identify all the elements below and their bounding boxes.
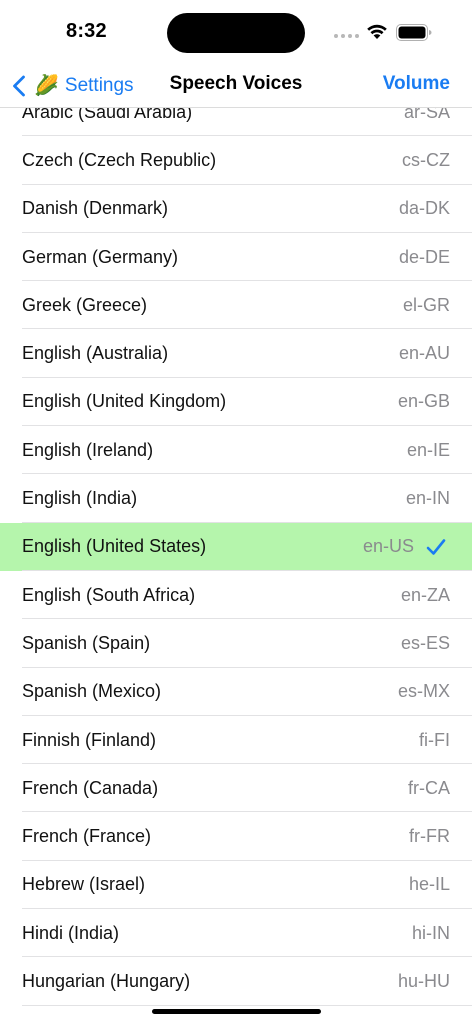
voice-row[interactable]: Czech (Czech Republic) cs-CZ (0, 136, 472, 185)
voice-code: cs-CZ (402, 149, 450, 170)
voice-row[interactable]: Hindi (India) hi-IN (0, 909, 472, 958)
voice-code: es-ES (400, 632, 450, 653)
voice-name: Danish (Denmark) (22, 198, 169, 219)
voice-name: English (South Africa) (22, 584, 196, 605)
voice-code: de-DE (398, 246, 450, 267)
voice-name: Hindi (India) (22, 922, 120, 943)
volume-button[interactable]: Volume (383, 73, 450, 95)
voice-name: Czech (Czech Republic) (22, 149, 217, 170)
voice-row[interactable]: Spanish (Mexico) es-MX (0, 668, 472, 716)
voice-name: English (United States) (22, 536, 207, 557)
voice-code: en-AU (398, 343, 450, 364)
row-divider (22, 1004, 472, 1006)
back-label: Settings (64, 75, 134, 96)
voice-row[interactable]: English (Australia) en-AU (0, 329, 472, 378)
voice-row[interactable]: French (France) fr-FR (0, 812, 472, 861)
voice-code: fi-FI (419, 729, 450, 750)
wifi-icon (367, 24, 387, 39)
voice-row[interactable]: Hebrew (Israel) he-IL (0, 861, 472, 910)
voice-name: English (India) (22, 488, 138, 509)
voice-row[interactable]: Finnish (Finland) fi-FI (0, 716, 472, 765)
voice-code: en-IN (405, 488, 450, 509)
checkmark-icon (426, 539, 446, 555)
voice-name: German (Germany) (22, 246, 179, 267)
voice-row[interactable]: German (Germany) de-DE (0, 233, 472, 282)
back-button[interactable]: 🌽 Settings (12, 70, 134, 102)
voice-row-selected[interactable]: English (United States) en-US (0, 522, 472, 571)
voice-row[interactable]: English (United Kingdom) en-GB (0, 378, 472, 427)
voice-code: hi-IN (411, 922, 450, 943)
voice-row[interactable]: Spanish (Spain) es-ES (0, 619, 472, 668)
voice-code: da-DK (398, 198, 450, 219)
voice-row[interactable]: English (South Africa) en-ZA (0, 571, 472, 620)
voice-row[interactable]: Danish (Denmark) da-DK (0, 185, 472, 233)
corn-icon: 🌽 (34, 75, 59, 97)
home-indicator[interactable] (152, 1009, 321, 1014)
voice-name: English (Australia) (22, 343, 169, 364)
voice-name: French (Canada) (22, 777, 159, 798)
voice-name: English (Ireland) (22, 439, 154, 460)
voice-name: Hebrew (Israel) (22, 874, 146, 895)
chevron-left-icon (13, 75, 25, 97)
voice-row[interactable]: English (India) en-IN (0, 474, 472, 523)
voice-code: el-GR (402, 294, 450, 315)
voice-code: fr-CA (408, 777, 450, 798)
voice-code: fr-FR (409, 826, 450, 847)
voice-code: en-IE (406, 439, 450, 460)
voice-name: French (France) (22, 826, 152, 847)
navigation-bar: 🌽 Settings Speech Voices Volume (0, 64, 472, 108)
voice-code: he-IL (408, 874, 450, 895)
voice-list: Arabic (Saudi Arabia) ar-SA Czech (Czech R… (0, 88, 472, 1006)
voice-row[interactable]: English (Ireland) en-IE (0, 426, 472, 475)
voice-name: Spanish (Mexico) (22, 681, 162, 702)
voice-code: es-MX (397, 681, 450, 702)
voice-code: en-ZA (400, 584, 450, 605)
voice-name: Greek (Greece) (22, 294, 148, 315)
dynamic-island (167, 13, 305, 53)
voice-name: English (United Kingdom) (22, 391, 227, 412)
voice-name: Finnish (Finland) (22, 729, 157, 750)
cellular-signal-icon (334, 34, 359, 38)
voice-name: Spanish (Spain) (22, 632, 151, 653)
voice-name: Hungarian (Hungary) (22, 970, 191, 991)
voice-row[interactable]: Hungarian (Hungary) hu-HU (0, 957, 472, 1006)
voice-code: en-US (362, 536, 414, 557)
voice-code: hu-HU (397, 970, 450, 991)
voice-row[interactable]: French (Canada) fr-CA (0, 764, 472, 813)
battery-icon (396, 24, 432, 41)
status-time: 8:32 (66, 20, 107, 42)
voice-code: en-GB (397, 391, 450, 412)
voice-row[interactable]: Greek (Greece) el-GR (0, 281, 472, 330)
status-bar: 8:32 (0, 0, 472, 64)
